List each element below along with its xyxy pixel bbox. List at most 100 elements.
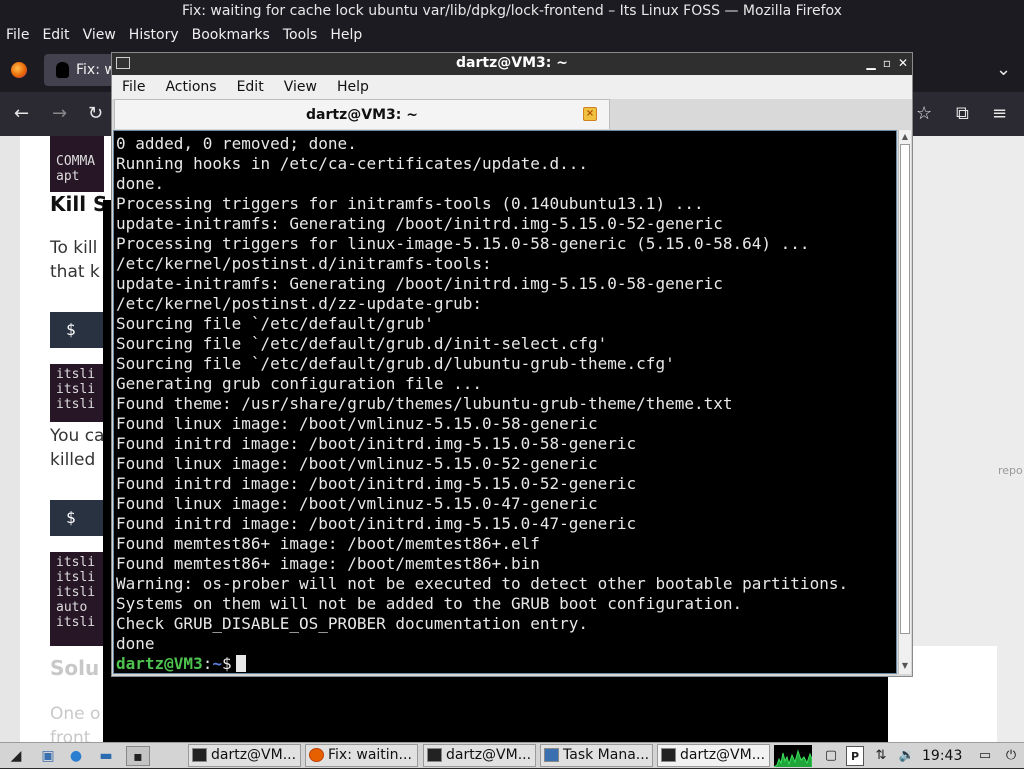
prompt-user: dartz@VM3	[116, 654, 203, 673]
minimize-icon[interactable]: ▁	[864, 55, 878, 71]
terminal-window-title: dartz@VM3: ~	[456, 55, 568, 71]
file-manager-icon[interactable]: ●	[66, 746, 86, 766]
tux-icon	[56, 62, 69, 78]
ff-menu-history[interactable]: History	[129, 27, 179, 43]
firefox-logo-icon[interactable]	[11, 62, 27, 78]
prompt-separator: :	[202, 654, 213, 673]
term-menu-file[interactable]: File	[122, 79, 145, 95]
task-terminal-1[interactable]: dartz@VM...	[188, 744, 301, 767]
terminal-task-icon	[427, 748, 442, 762]
command-block-2: $ ps	[50, 500, 110, 536]
extensions-icon[interactable]: ⧉	[956, 104, 969, 124]
forward-arrow-icon[interactable]: →	[52, 104, 67, 124]
section-heading-kill: Kill S	[50, 192, 108, 216]
terminal-output-line: Found linux image: /boot/vmlinuz-5.15.0-…	[116, 494, 598, 513]
terminal-output-line: Warning: os-prober will not be executed …	[116, 574, 849, 593]
paragraph-line: To kill	[50, 238, 98, 258]
ff-menu-tools[interactable]: Tools	[283, 27, 318, 43]
terminal-output-line: Found initrd image: /boot/initrd.img-5.1…	[116, 434, 637, 453]
scroll-up-arrow-icon[interactable]: ▲	[899, 131, 911, 143]
tab-close-icon[interactable]: ×	[583, 107, 597, 121]
pause-indicator-icon[interactable]: P	[846, 746, 864, 766]
bookmark-star-icon[interactable]: ☆	[916, 104, 932, 124]
terminal-output-line: Sourcing file `/etc/default/grub'	[116, 314, 434, 333]
clock[interactable]: 19:43	[922, 743, 962, 769]
page-left-gutter	[0, 136, 20, 742]
hamburger-menu-icon[interactable]: ≡	[992, 104, 1007, 124]
code-line: auto	[56, 600, 88, 615]
terminal-output-line: Found initrd image: /boot/initrd.img-5.1…	[116, 474, 637, 493]
terminal-output-line: 0 added, 0 removed; done.	[116, 134, 357, 153]
terminal-output-line: /etc/kernel/postinst.d/initramfs-tools:	[116, 254, 492, 273]
task-firefox[interactable]: Fix: waitin...	[305, 744, 418, 767]
task-terminal-2[interactable]: dartz@VM...	[423, 744, 536, 767]
ff-menu-view[interactable]: View	[83, 27, 116, 43]
volume-icon[interactable]: 🔉	[898, 746, 916, 766]
terminal-window: dartz@VM3: ~ ▁ ▫ ✕ File Actions Edit Vie…	[111, 52, 913, 677]
reload-icon[interactable]: ↻	[88, 104, 103, 124]
terminal-task-icon	[192, 748, 207, 762]
terminal-scrollbar[interactable]: ▲ ▼	[898, 130, 911, 674]
background-terminal-bottom[interactable]	[103, 676, 888, 742]
report-text[interactable]: repo	[998, 464, 1023, 477]
terminal-output-line: done	[116, 634, 155, 653]
code-line: itsli	[56, 585, 96, 600]
terminal-output-line: update-initramfs: Generating /boot/initr…	[116, 274, 723, 293]
terminal-output-line: Processing triggers for linux-image-5.15…	[116, 234, 810, 253]
firefox-tab-label: Fix: w	[76, 62, 116, 78]
folder-icon[interactable]: ▬	[96, 746, 116, 766]
task-label: dartz@VM...	[211, 747, 297, 763]
task-terminal-3[interactable]: dartz@VM...	[657, 744, 770, 767]
terminal-output-line: Sourcing file `/etc/default/grub.d/init-…	[116, 334, 608, 353]
terminal-output-line: update-initramfs: Generating /boot/initr…	[116, 214, 723, 233]
term-menu-view[interactable]: View	[284, 79, 317, 95]
task-label: Task Mana...	[563, 747, 650, 763]
terminal-output-line: /etc/kernel/postinst.d/zz-update-grub:	[116, 294, 483, 313]
show-desktop-icon[interactable]: ▣	[38, 746, 58, 766]
close-icon[interactable]: ✕	[896, 55, 910, 71]
task-task-manager[interactable]: Task Mana...	[540, 744, 653, 767]
terminal-title-bar[interactable]: dartz@VM3: ~ ▁ ▫ ✕	[112, 53, 912, 75]
term-menu-help[interactable]: Help	[337, 79, 369, 95]
ff-menu-edit[interactable]: Edit	[42, 27, 69, 43]
screen-icon[interactable]: ▭	[976, 746, 994, 766]
scroll-down-arrow-icon[interactable]: ▼	[899, 660, 911, 672]
code-line: itsli	[56, 615, 96, 630]
term-menu-actions[interactable]: Actions	[165, 79, 216, 95]
ff-menu-help[interactable]: Help	[330, 27, 362, 43]
start-menu-icon[interactable]: ◢	[6, 746, 26, 766]
terminal-app-icon[interactable]	[116, 57, 130, 69]
code-line: apt	[56, 169, 80, 184]
clipboard-icon[interactable]: ▢	[822, 746, 840, 766]
terminal-launcher-icon[interactable]: ▪	[126, 746, 150, 766]
page-right-panel	[905, 646, 997, 742]
top-code-block: COMMA apt	[50, 136, 104, 192]
terminal-tab-label: dartz@VM3: ~	[306, 107, 418, 123]
terminal-screen[interactable]: 0 added, 0 removed; done. Running hooks i…	[113, 130, 897, 674]
terminal-output-line: Check GRUB_DISABLE_OS_PROBER documentati…	[116, 614, 589, 633]
back-arrow-icon[interactable]: ←	[14, 104, 29, 124]
prompt-symbol: $	[221, 654, 232, 673]
paragraph-line: front	[50, 728, 91, 742]
terminal-output-line: Processing triggers for initramfs-tools …	[116, 194, 704, 213]
code-line: itsli	[56, 382, 96, 397]
cpu-monitor-graph[interactable]	[774, 745, 812, 767]
terminal-task-icon	[661, 748, 676, 762]
terminal-prompt-line[interactable]: dartz@VM3:~$	[116, 654, 848, 673]
tab-list-chevron-icon[interactable]: ⌄	[996, 60, 1011, 80]
maximize-icon[interactable]: ▫	[880, 55, 894, 71]
ff-menu-bookmarks[interactable]: Bookmarks	[192, 27, 270, 43]
terminal-tab[interactable]: dartz@VM3: ~ ×	[114, 99, 610, 129]
network-icon[interactable]: ⇅	[872, 746, 890, 766]
ff-menu-file[interactable]: File	[6, 27, 29, 43]
firefox-task-icon	[309, 748, 324, 762]
term-menu-edit[interactable]: Edit	[237, 79, 264, 95]
code-line: itsli	[56, 570, 96, 585]
paragraph-line: You ca	[50, 426, 105, 446]
power-icon[interactable]: ⏻	[1002, 746, 1020, 766]
scrollbar-thumb[interactable]	[900, 144, 910, 634]
task-manager-task-icon	[544, 748, 559, 762]
paragraph-1: To kill that k	[50, 238, 100, 282]
firefox-title-bar: Fix: waiting for cache lock ubuntu var/l…	[0, 0, 1024, 22]
terminal-output-line: Sourcing file `/etc/default/grub.d/lubun…	[116, 354, 675, 373]
